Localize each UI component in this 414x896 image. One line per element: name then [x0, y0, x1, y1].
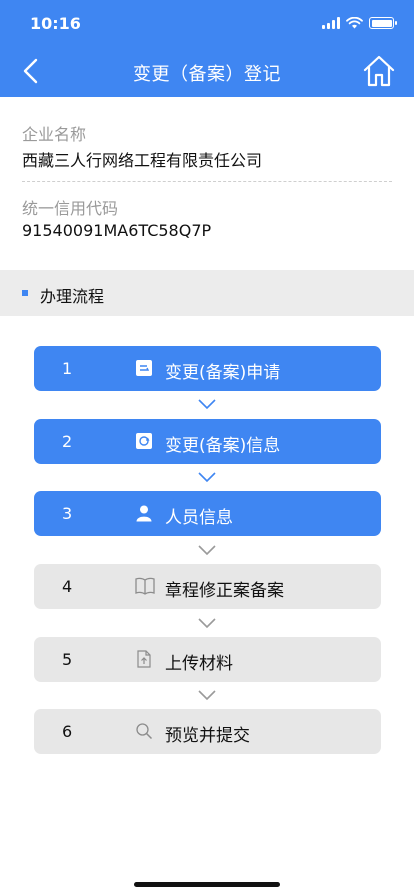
credit-code-label: 统一信用代码 — [22, 199, 119, 218]
wifi-icon — [346, 17, 363, 29]
battery-icon — [369, 17, 397, 29]
section-marker — [22, 290, 28, 296]
home-indicator[interactable] — [134, 882, 280, 887]
search-icon — [136, 723, 153, 740]
step-item-3[interactable]: 3 人员信息 — [34, 491, 381, 536]
company-name-label: 企业名称 — [22, 125, 87, 144]
chevron-down-icon — [198, 545, 216, 556]
process-section-header: 办理流程 — [0, 270, 414, 316]
company-info-card: 企业名称 西藏三人行网络工程有限责任公司 统一信用代码 91540091MA6T… — [0, 97, 414, 269]
upload-icon — [137, 650, 151, 668]
step-number: 4 — [62, 577, 73, 596]
chevron-down-icon — [198, 472, 216, 483]
status-time: 10:16 — [30, 14, 81, 33]
edit-doc-icon — [136, 360, 152, 376]
step-label: 上传材料 — [165, 654, 233, 674]
refresh-doc-icon — [136, 433, 152, 449]
credit-code-value: 91540091MA6TC58Q7P — [22, 221, 212, 240]
step-item-4[interactable]: 4 章程修正案备案 — [34, 564, 381, 609]
step-item-1[interactable]: 1 变更(备案)申请 — [34, 346, 381, 391]
step-number: 2 — [62, 432, 73, 451]
person-icon — [136, 505, 152, 522]
status-bar: 10:16 — [0, 0, 414, 46]
chevron-down-icon — [198, 618, 216, 629]
section-title: 办理流程 — [40, 287, 105, 306]
step-item-5[interactable]: 5 上传材料 — [34, 637, 381, 682]
step-label: 人员信息 — [165, 508, 233, 528]
step-item-2[interactable]: 2 变更(备案)信息 — [34, 419, 381, 464]
chevron-down-icon — [198, 399, 216, 410]
company-name-value: 西藏三人行网络工程有限责任公司 — [22, 151, 263, 170]
book-icon — [135, 577, 155, 595]
home-button[interactable] — [362, 54, 396, 88]
top-header: 10:16 变更（备案）登记 — [0, 0, 414, 97]
step-number: 3 — [62, 504, 73, 523]
status-icons — [322, 16, 397, 30]
page-title: 变更（备案）登记 — [133, 64, 281, 85]
step-label: 章程修正案备案 — [165, 581, 284, 601]
signal-icon — [322, 17, 340, 29]
step-number: 6 — [62, 722, 73, 741]
step-number: 1 — [62, 359, 73, 378]
step-label: 预览并提交 — [165, 726, 250, 746]
step-number: 5 — [62, 650, 73, 669]
divider — [22, 181, 392, 182]
chevron-down-icon — [198, 690, 216, 701]
step-item-6[interactable]: 6 预览并提交 — [34, 709, 381, 754]
nav-bar: 变更（备案）登记 — [0, 46, 414, 97]
step-label: 变更(备案)信息 — [165, 436, 281, 456]
step-label: 变更(备案)申请 — [165, 363, 281, 383]
